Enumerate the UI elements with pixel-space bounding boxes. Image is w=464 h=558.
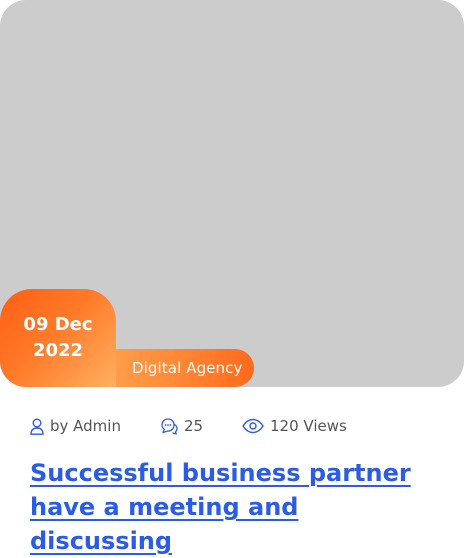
meta-views[interactable]: 120 Views xyxy=(242,414,347,438)
blog-post-card: Digital Agency 09 Dec 2022 by Admin 25 1… xyxy=(0,0,464,555)
date-day-month: 09 Dec xyxy=(23,314,93,335)
meta-comments[interactable]: 25 xyxy=(160,414,203,438)
views-count: 120 Views xyxy=(270,417,347,435)
author-label: by Admin xyxy=(50,417,121,435)
post-title-link[interactable]: Successful business partner have a meeti… xyxy=(30,456,440,558)
user-icon xyxy=(30,418,44,435)
post-meta: by Admin 25 120 Views xyxy=(30,414,450,438)
comments-count: 25 xyxy=(184,417,204,435)
eye-icon xyxy=(242,418,264,434)
meta-author[interactable]: by Admin xyxy=(30,414,121,438)
chat-bubbles-icon xyxy=(160,417,178,435)
date-year: 2022 xyxy=(32,340,84,361)
date-badge: 09 Dec 2022 xyxy=(0,289,116,387)
